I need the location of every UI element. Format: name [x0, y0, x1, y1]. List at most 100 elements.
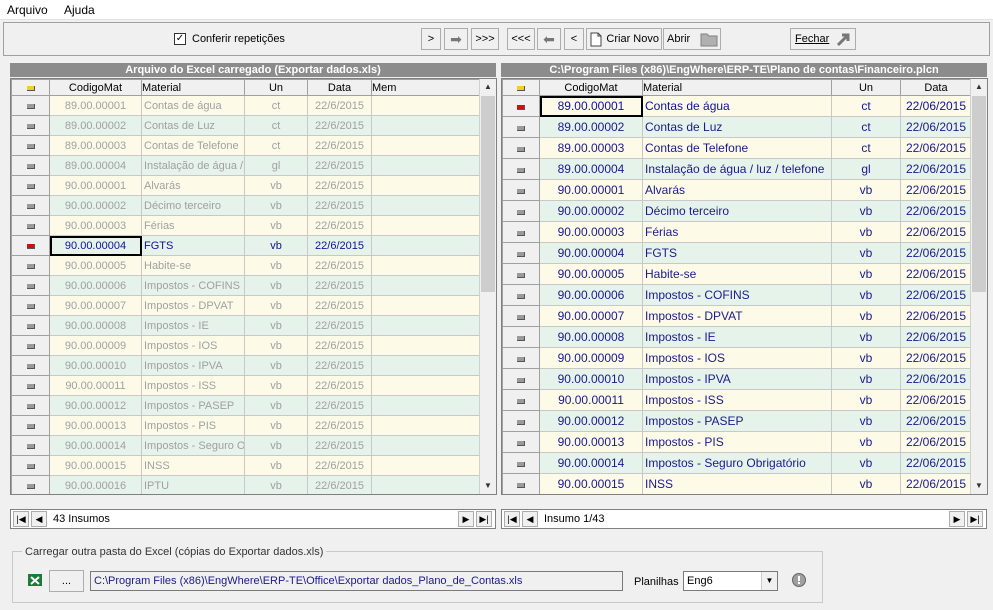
row-indicator[interactable]: [502, 305, 540, 327]
cell-mem[interactable]: [371, 275, 481, 296]
cell-codigomat[interactable]: 90.00.00016: [49, 475, 142, 494]
row-indicator[interactable]: [502, 284, 540, 306]
table-row[interactable]: 90.00.00011 Impostos - ISS vb 22/06/2015: [502, 389, 972, 411]
cell-un[interactable]: vb: [244, 315, 308, 336]
cell-material[interactable]: Férias: [141, 215, 245, 236]
col-header-data[interactable]: Data: [307, 79, 372, 96]
nav-next-icon[interactable]: ▶: [458, 511, 474, 527]
cell-mem[interactable]: [371, 155, 481, 176]
cell-un[interactable]: vb: [244, 195, 308, 216]
row-indicator[interactable]: [11, 215, 50, 236]
cell-mem[interactable]: [371, 195, 481, 216]
criar-novo-button[interactable]: Criar Novo: [586, 28, 662, 50]
cell-un[interactable]: vb: [244, 395, 308, 416]
cell-material[interactable]: Impostos - PASEP: [642, 410, 832, 432]
cell-un[interactable]: vb: [831, 389, 901, 411]
menu-ajuda[interactable]: Ajuda: [64, 3, 95, 17]
cell-data[interactable]: 22/6/2015: [307, 275, 372, 296]
row-indicator[interactable]: [502, 116, 540, 138]
cell-mem[interactable]: [371, 95, 481, 116]
cell-mem[interactable]: [371, 415, 481, 436]
cell-codigomat[interactable]: 89.00.00004: [49, 155, 142, 176]
table-row[interactable]: 90.00.00012 Impostos - PASEP vb 22/06/2015: [502, 410, 972, 432]
cell-material[interactable]: Décimo terceiro: [642, 200, 832, 222]
table-row[interactable]: 90.00.00008 Impostos - IE vb 22/6/2015: [11, 315, 481, 336]
info-icon[interactable]: [791, 572, 807, 588]
cell-un[interactable]: vb: [831, 326, 901, 348]
cell-material[interactable]: Impostos - COFINS: [141, 275, 245, 296]
fechar-button[interactable]: Fechar: [790, 28, 856, 50]
cell-mem[interactable]: [371, 395, 481, 416]
table-row[interactable]: 90.00.00008 Impostos - IE vb 22/06/2015: [502, 326, 972, 348]
cell-data[interactable]: 22/6/2015: [307, 315, 372, 336]
cell-codigomat[interactable]: 89.00.00004: [539, 158, 643, 180]
cell-data[interactable]: 22/6/2015: [307, 135, 372, 156]
row-indicator[interactable]: [502, 326, 540, 348]
cell-codigomat[interactable]: 90.00.00002: [49, 195, 142, 216]
cell-material[interactable]: Impostos - DPVAT: [141, 295, 245, 316]
cell-data[interactable]: 22/06/2015: [900, 389, 972, 411]
cell-material[interactable]: Contas de Telefone: [141, 135, 245, 156]
col-header-mem[interactable]: Mem: [371, 79, 481, 96]
cell-un[interactable]: ct: [831, 137, 901, 159]
cell-codigomat[interactable]: 90.00.00011: [539, 389, 643, 411]
row-indicator[interactable]: [11, 275, 50, 296]
row-indicator[interactable]: [502, 389, 540, 411]
cell-un[interactable]: vb: [244, 455, 308, 476]
scroll-up-icon[interactable]: ▲: [971, 79, 987, 95]
cell-data[interactable]: 22/6/2015: [307, 155, 372, 176]
cell-mem[interactable]: [371, 115, 481, 136]
scroll-down-icon[interactable]: ▼: [480, 478, 496, 494]
cell-un[interactable]: vb: [831, 410, 901, 432]
cell-material[interactable]: Impostos - ISS: [141, 375, 245, 396]
cell-codigomat[interactable]: 89.00.00001: [539, 95, 643, 117]
row-indicator[interactable]: [11, 235, 50, 256]
cell-codigomat[interactable]: 90.00.00009: [49, 335, 142, 356]
cell-material[interactable]: Impostos - PASEP: [141, 395, 245, 416]
cell-material[interactable]: Impostos - Seguro Obrigatório: [642, 452, 832, 474]
prev-button[interactable]: <: [564, 28, 584, 50]
cell-data[interactable]: 22/6/2015: [307, 435, 372, 456]
cell-codigomat[interactable]: 90.00.00003: [539, 221, 643, 243]
planilhas-select[interactable]: Eng6 ▼: [683, 571, 778, 591]
cell-un[interactable]: vb: [244, 355, 308, 376]
table-row[interactable]: 90.00.00005 Habite-se vb 22/6/2015: [11, 255, 481, 276]
cell-codigomat[interactable]: 90.00.00008: [49, 315, 142, 336]
cell-codigomat[interactable]: 90.00.00009: [539, 347, 643, 369]
cell-un[interactable]: vb: [831, 452, 901, 474]
row-indicator[interactable]: [11, 115, 50, 136]
scroll-down-icon[interactable]: ▼: [971, 478, 987, 494]
row-indicator[interactable]: [11, 435, 50, 456]
chevron-down-icon[interactable]: ▼: [761, 572, 777, 590]
cell-material[interactable]: Impostos - IOS: [642, 347, 832, 369]
cell-material[interactable]: Impostos - IPVA: [141, 355, 245, 376]
cell-data[interactable]: 22/06/2015: [900, 473, 972, 494]
last-button[interactable]: >>>: [471, 28, 499, 50]
table-row[interactable]: 89.00.00003 Contas de Telefone ct 22/6/2015: [11, 135, 481, 156]
cell-codigomat[interactable]: 90.00.00006: [49, 275, 142, 296]
cell-codigomat[interactable]: 90.00.00015: [539, 473, 643, 494]
row-indicator[interactable]: [11, 315, 50, 336]
cell-material[interactable]: Impostos - PIS: [642, 431, 832, 453]
cell-material[interactable]: Impostos - ISS: [642, 389, 832, 411]
cell-data[interactable]: 22/06/2015: [900, 410, 972, 432]
col-header-un[interactable]: Un: [831, 79, 901, 96]
cell-codigomat[interactable]: 90.00.00013: [539, 431, 643, 453]
cell-material[interactable]: Alvarás: [642, 179, 832, 201]
row-indicator[interactable]: [502, 137, 540, 159]
scroll-thumb[interactable]: [481, 96, 495, 292]
cell-codigomat[interactable]: 89.00.00003: [49, 135, 142, 156]
cell-material[interactable]: Impostos - COFINS: [642, 284, 832, 306]
table-row[interactable]: 90.00.00010 Impostos - IPVA vb 22/6/2015: [11, 355, 481, 376]
cell-material[interactable]: Alvarás: [141, 175, 245, 196]
nav-first-icon[interactable]: |◀: [504, 511, 520, 527]
row-indicator[interactable]: [11, 175, 50, 196]
cell-un[interactable]: vb: [831, 200, 901, 222]
cell-data[interactable]: 22/06/2015: [900, 179, 972, 201]
cell-material[interactable]: Impostos - IE: [141, 315, 245, 336]
prev-arrow-button[interactable]: ⬅: [537, 28, 561, 50]
cell-material[interactable]: Contas de água: [642, 95, 832, 117]
cell-data[interactable]: 22/06/2015: [900, 158, 972, 180]
cell-material[interactable]: FGTS: [141, 235, 245, 256]
table-row[interactable]: 90.00.00004 FGTS vb 22/06/2015: [502, 242, 972, 264]
